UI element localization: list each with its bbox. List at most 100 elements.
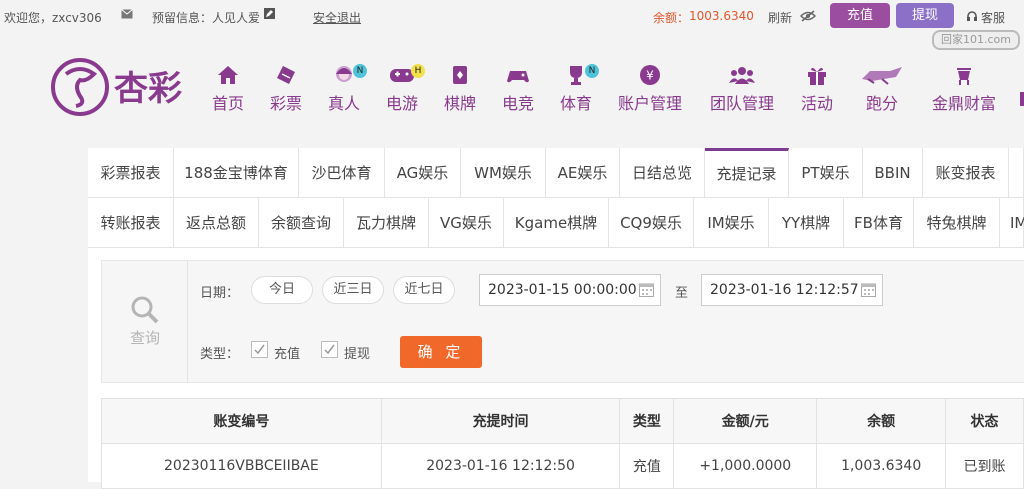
nav-running[interactable]: 跑分 <box>860 50 904 120</box>
date-label: 日期： <box>200 286 240 301</box>
column-header: 余额 <box>816 398 947 444</box>
to-label: 至 <box>675 286 689 301</box>
end-date-input[interactable]: 2023-01-16 12:12:57 <box>701 274 883 306</box>
nav-egame[interactable]: 电游 <box>382 50 422 120</box>
nav-wealth[interactable]: 金鼎财富 <box>930 50 998 120</box>
refresh-link[interactable]: 刷新 <box>768 9 792 26</box>
recharge-checkbox[interactable] <box>251 341 268 358</box>
nav-label: 真人 <box>327 94 360 113</box>
nav-label: 电竞 <box>501 94 534 113</box>
column-header: 账变编号 <box>101 398 382 444</box>
headset-icon <box>966 10 978 25</box>
query-box: 查询 日期： 今日 近三日 近七日 2023-01-15 00:00:00 至 … <box>101 260 1024 383</box>
tab-transfer-report[interactable]: 转账报表 <box>88 198 174 248</box>
team-icon <box>729 67 755 84</box>
nav-activity[interactable]: 活动 <box>798 50 836 120</box>
tab-rebate-total[interactable]: 返点总额 <box>174 198 259 248</box>
calendar-icon[interactable] <box>639 282 654 297</box>
nav-label: 账户管理 <box>617 94 682 113</box>
tab-lottery-report[interactable]: 彩票报表 <box>88 148 174 198</box>
nav-label: 活动 <box>800 94 833 113</box>
mail-icon[interactable] <box>121 8 133 22</box>
today-button[interactable]: 今日 <box>251 276 313 304</box>
wealth-icon <box>957 68 971 85</box>
type-label: 类型： <box>200 347 240 362</box>
tab-balance-query[interactable]: 余额查询 <box>259 198 344 248</box>
tab-ae[interactable]: AE娱乐 <box>546 148 620 198</box>
records-table: 账变编号 充提时间 类型 金额/元 余额 状态 20230116VBBCEIIB… <box>101 398 1024 489</box>
tab-saba-sports[interactable]: 沙巴体育 <box>299 148 385 198</box>
tab-yy-chess[interactable]: YY棋牌 <box>769 198 844 248</box>
trophy-icon <box>570 66 582 85</box>
report-tabs: 彩票报表 188金宝博体育 沙巴体育 AG娱乐 WM娱乐 AE娱乐 日结总览 充… <box>88 148 1024 248</box>
nav-chess[interactable]: 棋牌 <box>440 50 480 120</box>
gift-icon <box>808 67 826 85</box>
calendar-icon[interactable] <box>861 282 876 297</box>
tab-vg[interactable]: VG娱乐 <box>429 198 504 248</box>
search-label: 查询 <box>129 329 160 347</box>
nav-team[interactable]: 团队管理 <box>708 50 776 120</box>
column-header: 充提时间 <box>380 398 621 444</box>
welcome-text: 欢迎您，zxcv306 <box>4 11 102 25</box>
tab-ag[interactable]: AG娱乐 <box>385 148 461 198</box>
tab-kgame-chess[interactable]: Kgame棋牌 <box>504 198 609 248</box>
top-bar: 欢迎您，zxcv306 预留信息：人见人爱 安全退出 余额： 1003.6340… <box>0 0 1024 50</box>
logout-link[interactable]: 安全退出 <box>313 9 361 26</box>
tab-pt[interactable]: PT娱乐 <box>789 148 863 198</box>
balance-value: 1003.6340 <box>689 9 754 23</box>
tab-fb-sports[interactable]: FB体育 <box>844 198 914 248</box>
end-date-value: 2023-01-16 12:12:57 <box>710 282 859 298</box>
live-dealer-icon <box>336 66 352 82</box>
search-block[interactable]: 查询 <box>102 261 188 382</box>
tab-wm[interactable]: WM娱乐 <box>461 148 546 198</box>
tab-188-sports[interactable]: 188金宝博体育 <box>174 148 299 198</box>
withdraw-checkbox-label: 提现 <box>344 347 371 362</box>
main-nav: 杏彩 首页 彩票 真人 N 电游 H 棋牌 电竞 体育 N ¥ 账户管理 团队管… <box>0 50 1024 130</box>
cards-icon <box>453 66 467 84</box>
nav-label: 棋牌 <box>443 94 476 113</box>
svg-text:¥: ¥ <box>646 69 654 83</box>
nav-label: 金鼎财富 <box>931 94 996 113</box>
tab-cq9[interactable]: CQ9娱乐 <box>609 198 694 248</box>
withdraw-button[interactable]: 提现 <box>896 3 954 28</box>
seven-days-button[interactable]: 近七日 <box>393 276 455 304</box>
edit-icon[interactable] <box>264 8 275 22</box>
column-header: 类型 <box>619 398 675 444</box>
nav-badge-new: N <box>585 64 599 78</box>
start-date-input[interactable]: 2023-01-15 00:00:00 <box>479 274 661 306</box>
nav-label: 跑分 <box>865 94 898 113</box>
tab-deposit-withdraw-records[interactable]: 充提记录 <box>705 148 789 198</box>
nav-live[interactable]: 真人 <box>324 50 364 120</box>
nav-account[interactable]: ¥ 账户管理 <box>616 50 684 120</box>
recharge-checkbox-label: 充值 <box>274 347 301 362</box>
esports-icon <box>507 71 529 83</box>
nav-esports[interactable]: 电竞 <box>498 50 538 120</box>
recharge-button[interactable]: 充值 <box>830 3 890 28</box>
nav-overflow-marker <box>1020 92 1024 106</box>
tab-balance-change[interactable]: 账变报表 <box>923 148 1009 198</box>
column-header: 状态 <box>945 398 1024 444</box>
check-icon <box>324 344 335 355</box>
nav-badge-new: N <box>353 64 367 78</box>
support-link[interactable]: 客服 <box>981 9 1005 26</box>
nav-home[interactable]: 首页 <box>208 50 248 120</box>
three-days-button[interactable]: 近三日 <box>322 276 384 304</box>
tab-wali-chess[interactable]: 瓦力棋牌 <box>344 198 429 248</box>
tab-im[interactable]: IM娱乐 <box>694 198 769 248</box>
tab-im-2[interactable]: IM <box>1000 198 1024 248</box>
confirm-button[interactable]: 确 定 <box>400 336 482 368</box>
report-panel: 彩票报表 188金宝博体育 沙巴体育 AG娱乐 WM娱乐 AE娱乐 日结总览 充… <box>88 148 1024 489</box>
withdraw-checkbox[interactable] <box>321 341 338 358</box>
lottery-icon <box>277 66 295 84</box>
tab-daily-overview[interactable]: 日结总览 <box>620 148 705 198</box>
eye-off-icon[interactable] <box>799 10 817 25</box>
tab-bbin[interactable]: BBIN <box>863 148 923 198</box>
nav-label: 首页 <box>211 94 244 113</box>
nav-lottery[interactable]: 彩票 <box>266 50 306 120</box>
check-icon <box>254 344 265 355</box>
nav-badge-hot: H <box>411 64 425 78</box>
brand-logo[interactable]: 杏彩 <box>50 56 200 118</box>
tab-overflow <box>1009 148 1024 198</box>
tab-tetu-chess[interactable]: 特兔棋牌 <box>914 198 1000 248</box>
nav-sports[interactable]: 体育 <box>556 50 596 120</box>
